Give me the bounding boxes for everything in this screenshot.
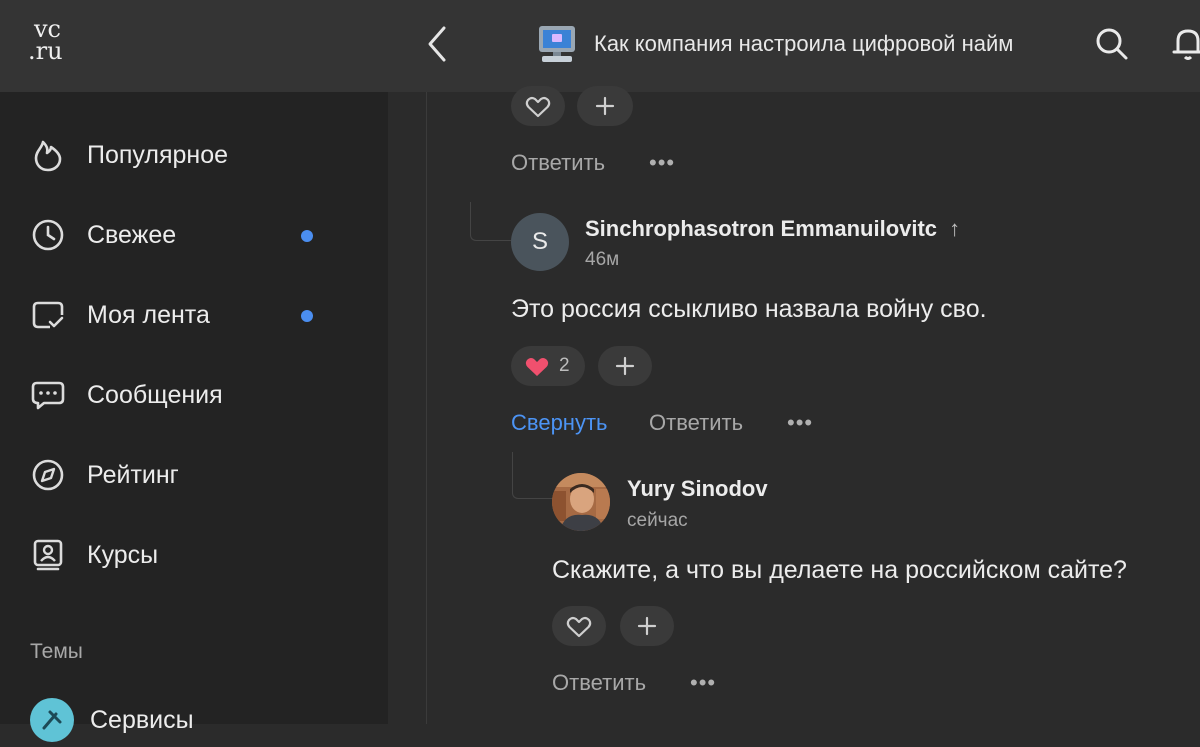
topics-section-title: Темы — [30, 640, 83, 663]
services-topic-icon — [30, 698, 74, 742]
comment-text: Это россия ссыкливо назвала войну сво. — [511, 295, 987, 323]
sidebar-item-messages[interactable]: Сообщения — [0, 365, 388, 425]
comment-author[interactable]: Sinchrophasotron Emmanuilovitc ↑ — [585, 216, 960, 242]
sidebar-topic-services[interactable]: Сервисы — [0, 692, 388, 742]
logo-line2: .ru — [28, 37, 63, 65]
like-button[interactable] — [511, 86, 565, 126]
bell-icon[interactable] — [1168, 24, 1200, 64]
more-options-button[interactable]: ••• — [787, 410, 813, 436]
comments-thread: Ответить ••• S Sinchrophasotron Emmanuil… — [388, 86, 1200, 724]
heart-outline-icon — [525, 96, 551, 118]
avatar[interactable] — [552, 473, 610, 531]
author-arrow-up-icon: ↑ — [949, 216, 961, 241]
reply-button[interactable]: Ответить — [511, 150, 605, 176]
reply-button[interactable]: Ответить — [552, 670, 646, 696]
chat-bubble-icon — [30, 377, 66, 413]
comment-author[interactable]: Yury Sinodov — [627, 476, 768, 502]
unread-dot — [301, 230, 313, 242]
sidebar: Популярное Свежее Моя лента Сообщения Ре… — [0, 92, 388, 742]
more-options-button[interactable]: ••• — [649, 150, 675, 176]
comment-time[interactable]: сейчас — [627, 510, 688, 532]
sidebar-item-label: Моя лента — [87, 301, 210, 329]
post-title[interactable]: Как компания настроила цифровой найм — [594, 31, 1013, 57]
back-chevron-icon[interactable] — [420, 24, 456, 64]
heart-outline-icon — [566, 616, 592, 638]
sidebar-item-rating[interactable]: Рейтинг — [0, 445, 388, 505]
sidebar-item-popular[interactable]: Популярное — [0, 125, 388, 185]
user-card-icon — [30, 537, 66, 573]
unread-dot — [301, 310, 313, 322]
plus-icon — [615, 356, 635, 376]
search-icon[interactable] — [1094, 26, 1130, 62]
sidebar-item-label: Рейтинг — [87, 461, 179, 489]
monitor-emoji-icon — [536, 24, 578, 64]
add-reaction-button[interactable] — [620, 606, 674, 646]
like-count: 2 — [559, 355, 570, 376]
more-options-button[interactable]: ••• — [690, 670, 716, 696]
sidebar-item-courses[interactable]: Курсы — [0, 525, 388, 585]
like-button[interactable] — [552, 606, 606, 646]
clock-icon — [30, 217, 66, 253]
sidebar-item-fresh[interactable]: Свежее — [0, 205, 388, 265]
reply-connector-line — [512, 452, 553, 499]
sidebar-item-my-feed[interactable]: Моя лента — [0, 285, 388, 345]
feed-check-icon — [30, 297, 66, 333]
sidebar-item-label: Курсы — [87, 541, 159, 569]
plus-icon — [637, 616, 657, 636]
comment-time[interactable]: 46м — [585, 249, 619, 271]
add-reaction-button[interactable] — [598, 346, 652, 386]
top-bar: vc .ru Как компания настроила цифровой н… — [0, 0, 1200, 92]
collapse-button[interactable]: Свернуть — [511, 410, 608, 436]
topic-label: Сервисы — [90, 706, 194, 734]
heart-filled-icon — [525, 357, 549, 376]
sidebar-item-label: Популярное — [87, 141, 229, 169]
thread-line — [426, 92, 427, 724]
flame-icon — [30, 137, 66, 173]
reply-connector-line — [470, 202, 511, 241]
sidebar-item-label: Сообщения — [87, 381, 223, 409]
avatar[interactable]: S — [511, 213, 569, 271]
like-button-active[interactable]: 2 — [511, 346, 585, 386]
plus-icon — [595, 96, 615, 116]
sidebar-item-label: Свежее — [87, 221, 177, 249]
reply-button[interactable]: Ответить — [649, 410, 743, 436]
compass-icon — [30, 457, 66, 493]
add-reaction-button[interactable] — [577, 86, 633, 126]
vc-ru-logo[interactable]: vc .ru — [28, 17, 80, 70]
author-name: Sinchrophasotron Emmanuilovitc — [585, 216, 938, 241]
comment-text: Скажите, а что вы делаете на российском … — [552, 556, 1127, 584]
